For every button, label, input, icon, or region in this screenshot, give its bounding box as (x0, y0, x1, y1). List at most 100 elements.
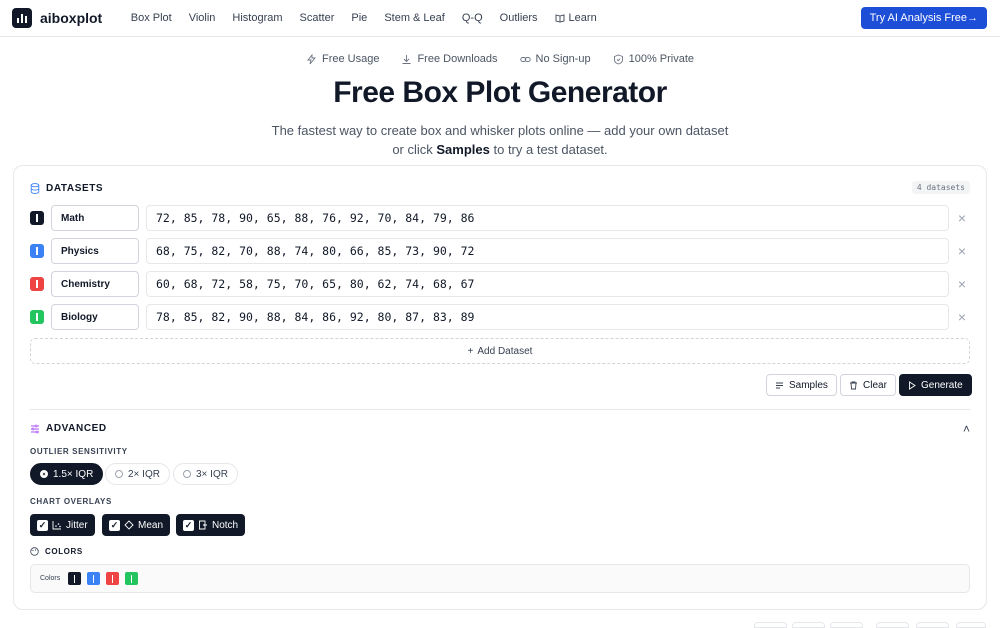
overlay-label: Notch (212, 519, 239, 531)
diamond-icon (124, 520, 134, 530)
chart-overlays-label: CHART OVERLAYS (30, 497, 112, 506)
dataset-row: Math 72, 85, 78, 90, 65, 88, 76, 92, 70,… (30, 205, 970, 231)
logo[interactable]: aiboxplot (12, 8, 102, 28)
color-swatch[interactable] (87, 572, 101, 585)
add-dataset-button[interactable]: + Add Dataset (30, 338, 970, 364)
toolbar-button-partial[interactable] (916, 622, 949, 628)
dataset-name-input[interactable]: Biology (51, 304, 139, 330)
dataset-name-input[interactable]: Chemistry (51, 271, 139, 297)
page-subtitle: The fastest way to create box and whiske… (270, 121, 730, 159)
color-swatch[interactable] (68, 572, 82, 585)
overlay-label: Mean (138, 519, 164, 531)
generate-label: Generate (921, 379, 963, 391)
clear-label: Clear (863, 379, 887, 391)
badge-no-signup: No Sign-up (519, 53, 591, 65)
feature-badges: Free Usage Free Downloads No Sign-up 100… (0, 53, 1000, 65)
badge-label: Free Downloads (417, 53, 498, 65)
remove-dataset-icon[interactable]: × (954, 276, 970, 292)
overlay-mean-toggle[interactable]: ✓ Mean (102, 514, 171, 536)
outlier-option-3[interactable]: 3× IQR (173, 463, 238, 485)
dataset-row: Biology 78, 85, 82, 90, 88, 84, 86, 92, … (30, 304, 970, 330)
toolbar-button-partial[interactable] (754, 622, 787, 628)
samples-button[interactable]: Samples (766, 374, 837, 396)
chart-logo-icon (12, 8, 32, 28)
badge-label: Free Usage (321, 53, 380, 65)
radio-selected-icon (40, 470, 48, 478)
database-icon (30, 183, 40, 194)
palette-icon (30, 547, 39, 556)
outlier-option-label: 3× IQR (196, 468, 228, 480)
badge-private: 100% Private (613, 53, 694, 65)
checkbox-checked-icon: ✓ (183, 519, 194, 531)
advanced-heading-label: ADVANCED (46, 423, 107, 434)
nav-link-outliers[interactable]: Outliers (491, 12, 546, 24)
toolbar-button-partial[interactable] (956, 622, 986, 628)
badge-free-usage: Free Usage (306, 53, 379, 65)
nav-link-learn-label: Learn (568, 12, 597, 24)
dataset-values-input[interactable]: 72, 85, 78, 90, 65, 88, 76, 92, 70, 84, … (146, 205, 949, 231)
dataset-row: Chemistry 60, 68, 72, 58, 75, 70, 65, 80… (30, 271, 970, 297)
overlay-notch-toggle[interactable]: ✓ Notch (176, 514, 246, 536)
try-ai-analysis-button[interactable]: Try AI Analysis Free→ (860, 7, 987, 29)
download-icon (402, 54, 411, 64)
bolt-icon (307, 53, 316, 64)
advanced-heading[interactable]: ADVANCED (30, 423, 107, 434)
dataset-color-swatch[interactable] (30, 211, 44, 225)
overlay-jitter-toggle[interactable]: ✓ Jitter (30, 514, 95, 536)
radio-icon (183, 470, 191, 478)
dataset-color-swatch[interactable] (30, 277, 44, 291)
toolbar-button-partial[interactable] (792, 622, 825, 628)
dataset-name-input[interactable]: Physics (51, 238, 139, 264)
clear-button[interactable]: Clear (840, 374, 896, 396)
subtitle-bold: Samples (436, 142, 490, 157)
color-swatch[interactable] (106, 572, 120, 585)
top-nav: aiboxplot Box Plot Violin Histogram Scat… (0, 0, 1000, 37)
badge-free-downloads: Free Downloads (401, 53, 498, 65)
remove-dataset-icon[interactable]: × (954, 210, 970, 226)
nav-link-qq[interactable]: Q-Q (453, 12, 491, 24)
outlier-option-label: 1.5× IQR (53, 468, 94, 480)
list-icon (776, 382, 783, 388)
link-icon (519, 56, 531, 62)
datasets-heading-label: DATASETS (46, 183, 104, 194)
chevron-up-icon[interactable]: ˄ (963, 422, 970, 436)
plus-icon: + (467, 345, 474, 357)
logo-text: aiboxplot (40, 10, 103, 26)
dataset-values-input[interactable]: 68, 75, 82, 70, 88, 74, 80, 66, 85, 73, … (146, 238, 949, 264)
trash-icon (850, 381, 857, 389)
outlier-option-2[interactable]: 2× IQR (105, 463, 170, 485)
toolbar-button-partial[interactable] (876, 622, 909, 628)
section-divider (30, 409, 970, 410)
remove-dataset-icon[interactable]: × (954, 309, 970, 325)
outlier-option-label: 2× IQR (128, 468, 160, 480)
nav-link-histogram[interactable]: Histogram (224, 12, 291, 24)
generate-button[interactable]: Generate (899, 374, 972, 396)
dataset-count-badge: 4 datasets (911, 181, 970, 194)
scatter-icon (52, 521, 61, 530)
color-swatch[interactable] (125, 572, 139, 585)
overlay-label: Jitter (66, 519, 88, 531)
nav-link-scatter[interactable]: Scatter (291, 12, 343, 24)
dataset-color-swatch[interactable] (30, 244, 44, 258)
dataset-name-input[interactable]: Math (51, 205, 139, 231)
dataset-values-input[interactable]: 60, 68, 72, 58, 75, 70, 65, 80, 62, 74, … (146, 271, 949, 297)
nav-link-pie[interactable]: Pie (343, 12, 376, 24)
remove-dataset-icon[interactable]: × (954, 243, 970, 259)
checkbox-checked-icon: ✓ (37, 519, 48, 531)
play-icon (909, 380, 916, 390)
colors-heading-label: COLORS (45, 547, 83, 556)
checkbox-checked-icon: ✓ (109, 519, 120, 531)
badge-label: 100% Private (628, 53, 695, 65)
samples-label: Samples (789, 379, 828, 391)
outlier-option-1-5[interactable]: 1.5× IQR (30, 463, 104, 485)
nav-link-violin[interactable]: Violin (180, 12, 224, 24)
dataset-color-swatch[interactable] (30, 310, 44, 324)
nav-link-box-plot[interactable]: Box Plot (122, 12, 180, 24)
nav-link-learn[interactable]: Learn (546, 12, 605, 24)
datasets-heading: DATASETS (30, 183, 103, 194)
colors-row-label: Colors (40, 575, 61, 582)
colors-heading: COLORS (30, 547, 83, 556)
nav-link-stem-leaf[interactable]: Stem & Leaf (376, 12, 454, 24)
toolbar-button-partial[interactable] (830, 622, 863, 628)
dataset-values-input[interactable]: 78, 85, 82, 90, 88, 84, 86, 92, 80, 87, … (146, 304, 949, 330)
